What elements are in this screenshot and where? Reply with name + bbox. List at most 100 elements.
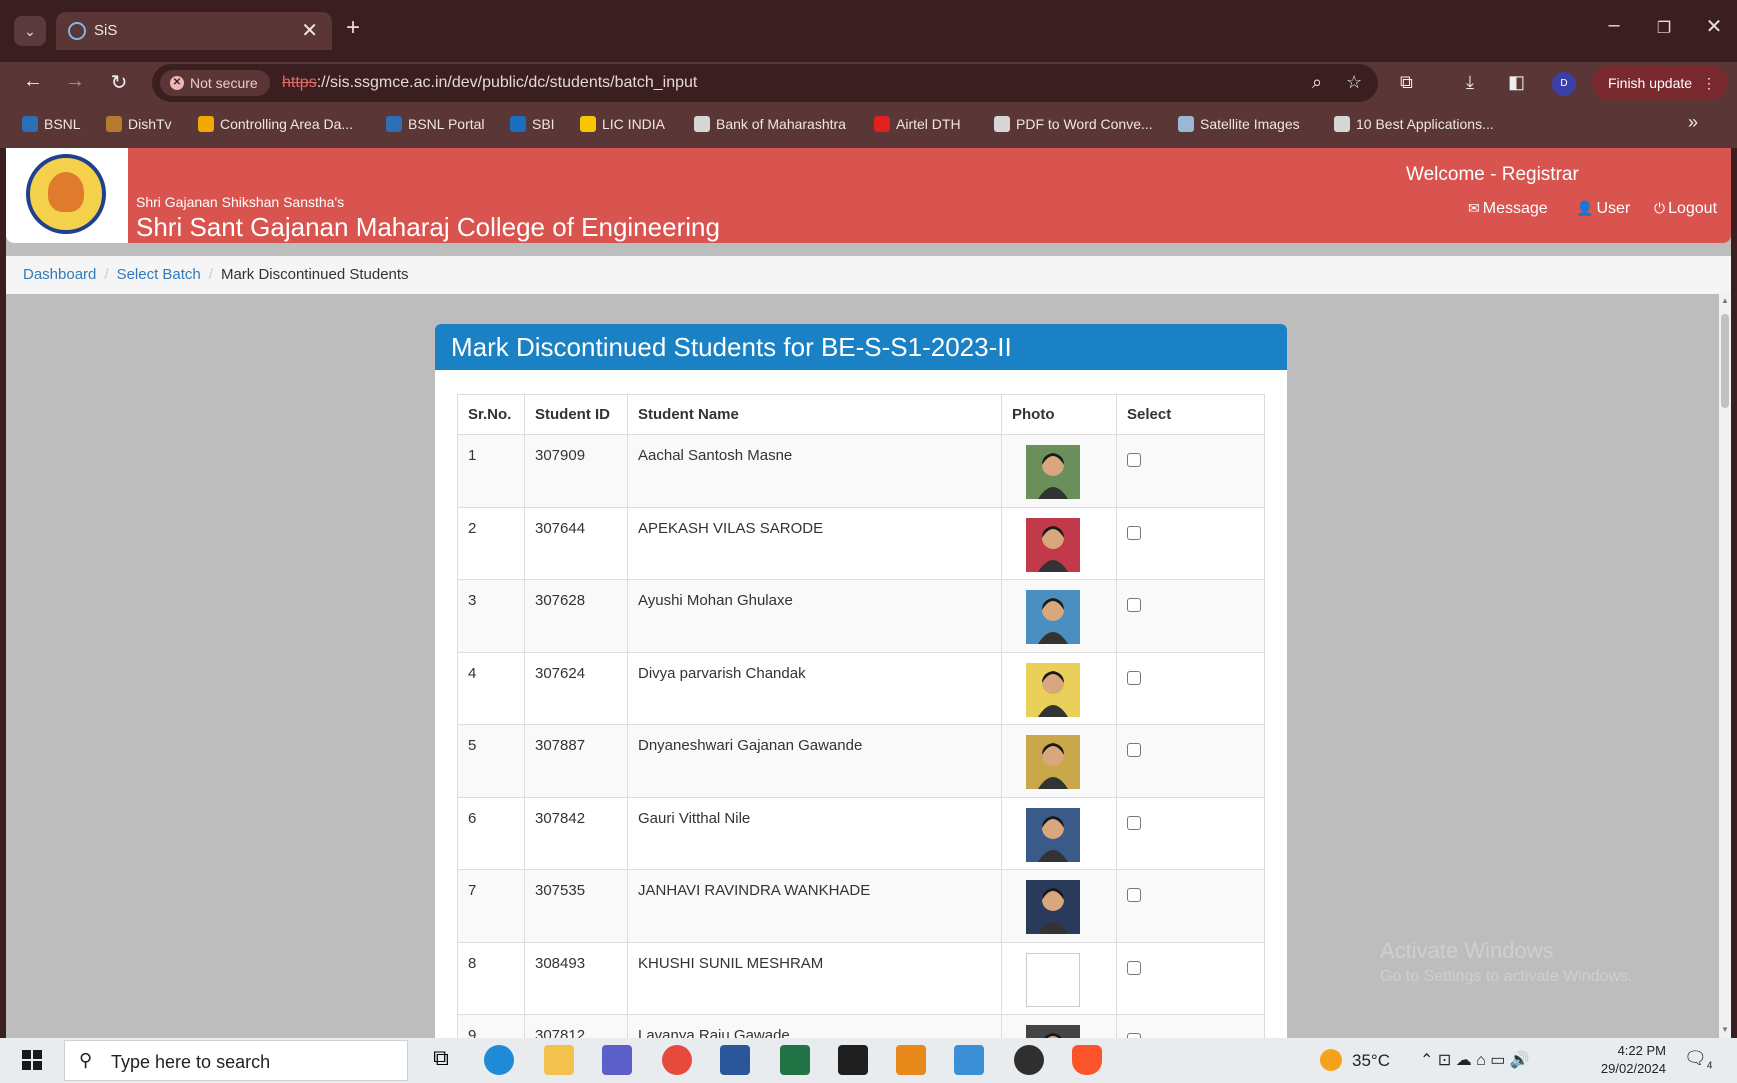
brave-icon[interactable] [1072, 1045, 1102, 1075]
taskbar-clock[interactable]: 4:22 PM 29/02/2024 [1594, 1042, 1666, 1078]
bookmark-item[interactable]: Controlling Area Da... [198, 116, 353, 132]
bookmarks-overflow-icon[interactable]: » [1688, 112, 1698, 133]
temperature: 35°C [1352, 1051, 1390, 1070]
task-view-icon[interactable]: ⧉ [426, 1045, 456, 1075]
system-tray[interactable]: ⌃ ⊡ ☁ ⌂ ▭ 🔊 [1420, 1050, 1530, 1070]
cell-student-id: 307842 [524, 796, 628, 870]
table-row: 5 307887 Dnyaneshwari Gajanan Gawande [457, 724, 1265, 798]
bookmark-label: LIC INDIA [602, 116, 666, 132]
bookmark-item[interactable]: SBI [510, 116, 555, 132]
bookmark-label: PDF to Word Conve... [1016, 116, 1153, 132]
cell-srno: 6 [457, 796, 525, 870]
scroll-thumb[interactable] [1721, 314, 1729, 408]
window-close-icon[interactable]: ✕ [1694, 14, 1734, 39]
cell-select [1116, 796, 1265, 870]
file-explorer-icon[interactable] [544, 1045, 574, 1075]
bookmark-item[interactable]: BSNL [22, 116, 81, 132]
cell-student-name: Gauri Vitthal Nile [627, 796, 1002, 870]
col-select: Select [1116, 394, 1265, 435]
app-icon[interactable] [1014, 1045, 1044, 1075]
powershell-icon[interactable] [954, 1045, 984, 1075]
profile-avatar[interactable]: D [1552, 72, 1576, 96]
notification-badge: 4 [1706, 1060, 1713, 1072]
bookmark-label: Bank of Maharashtra [716, 116, 846, 132]
url-text[interactable]: https://sis.ssgmce.ac.in/dev/public/dc/s… [282, 74, 697, 92]
url-path: ://sis.ssgmce.ac.in/dev/public/dc/studen… [316, 74, 698, 91]
download-icon[interactable]: ⤓ [1466, 72, 1474, 93]
address-bar[interactable]: ✕ Not secure https://sis.ssgmce.ac.in/de… [152, 64, 1378, 102]
teams-icon[interactable] [602, 1045, 632, 1075]
select-checkbox[interactable] [1127, 743, 1141, 757]
envelope-icon: ✉ [1468, 200, 1480, 216]
reload-icon[interactable]: ↻ [104, 70, 134, 95]
chrome-icon[interactable] [662, 1045, 692, 1075]
chrome-menu-icon[interactable]: ⋮ [1702, 66, 1716, 100]
panel-title: Mark Discontinued Students for BE-S-S1-2… [435, 324, 1287, 370]
tab-close-icon[interactable]: ✕ [301, 18, 318, 43]
select-checkbox[interactable] [1127, 670, 1141, 685]
select-checkbox[interactable] [1127, 888, 1141, 902]
cell-srno: 8 [457, 941, 525, 1015]
select-checkbox[interactable] [1127, 525, 1141, 540]
tab-search-button[interactable]: ⌄ [14, 16, 46, 46]
terminal-icon[interactable] [838, 1045, 868, 1075]
bookmark-item[interactable]: BSNL Portal [386, 116, 485, 132]
bookmark-favicon-icon [694, 116, 710, 132]
cell-student-id: 307624 [524, 651, 628, 725]
weather-widget[interactable]: 35°C [1320, 1049, 1390, 1071]
bookmark-item[interactable]: DishTv [106, 116, 172, 132]
bookmark-label: Satellite Images [1200, 116, 1300, 132]
taskbar-search-input[interactable]: ⚲ Type here to search [64, 1040, 408, 1081]
bookmark-favicon-icon [874, 116, 890, 132]
bookmark-item[interactable]: PDF to Word Conve... [994, 116, 1153, 132]
excel-icon[interactable] [780, 1045, 810, 1075]
site-header: Shri Gajanan Shikshan Sanstha's Shri San… [6, 148, 1731, 243]
table-row: 7 307535 JANHAVI RAVINDRA WANKHADE [457, 869, 1265, 943]
scroll-up-icon[interactable]: ▲ [1721, 296, 1729, 305]
edge-icon[interactable] [484, 1045, 514, 1075]
finish-update-button[interactable]: Finish update ⋮ [1592, 66, 1728, 100]
bookmark-favicon-icon [510, 116, 526, 132]
message-link[interactable]: ✉ Message [1468, 200, 1548, 218]
breadcrumb-select-batch[interactable]: Select Batch [117, 266, 201, 283]
bookmark-star-icon[interactable]: ☆ [1346, 72, 1362, 93]
bookmark-item[interactable]: Satellite Images [1178, 116, 1300, 132]
select-checkbox[interactable] [1127, 598, 1141, 612]
bookmark-favicon-icon [994, 116, 1010, 132]
word-icon[interactable] [720, 1045, 750, 1075]
back-arrow-icon[interactable]: ← [18, 70, 48, 93]
user-icon: 👤 [1576, 200, 1594, 216]
taskbar-search-placeholder: Type here to search [111, 1052, 271, 1072]
select-checkbox[interactable] [1127, 960, 1141, 975]
bookmark-item[interactable]: Bank of Maharashtra [694, 116, 846, 132]
scroll-down-icon[interactable]: ▼ [1721, 1025, 1729, 1034]
page-scrollbar[interactable]: ▲ ▼ [1719, 292, 1731, 1038]
bookmark-item[interactable]: 10 Best Applications... [1334, 116, 1494, 132]
cell-photo [1001, 941, 1117, 1015]
zoom-search-icon[interactable]: ⌕ [1312, 72, 1322, 93]
windows-start-icon[interactable] [22, 1050, 42, 1070]
notification-center-icon[interactable]: 🗨4 [1684, 1048, 1712, 1072]
bookmark-item[interactable]: LIC INDIA [580, 116, 665, 132]
sun-icon [1320, 1049, 1342, 1071]
minimize-icon[interactable]: – [1594, 14, 1634, 37]
restore-icon[interactable]: ❐ [1644, 18, 1684, 38]
side-panel-icon[interactable]: ◧ [1508, 72, 1525, 93]
not-secure-chip[interactable]: ✕ Not secure [160, 70, 270, 96]
sublime-text-icon[interactable] [896, 1045, 926, 1075]
user-link[interactable]: 👤 User [1576, 200, 1630, 218]
logo-emblem-icon [26, 154, 106, 234]
new-tab-button[interactable]: + [346, 14, 360, 42]
browser-tab[interactable]: SiS ✕ [56, 12, 332, 50]
logout-link[interactable]: ⏻ Logout [1654, 200, 1717, 218]
extensions-icon[interactable]: ⧉ [1400, 72, 1413, 93]
select-checkbox[interactable] [1127, 815, 1141, 830]
breadcrumb-dashboard[interactable]: Dashboard [23, 266, 96, 283]
bookmark-label: Airtel DTH [896, 116, 961, 132]
students-table: Sr.No. Student ID Student Name Photo Sel… [457, 394, 1265, 1038]
cell-student-name: Ayushi Mohan Ghulaxe [627, 579, 1002, 653]
bookmark-item[interactable]: Airtel DTH [874, 116, 961, 132]
student-photo [1026, 662, 1080, 717]
select-checkbox[interactable] [1127, 453, 1141, 467]
forward-arrow-icon[interactable]: → [60, 70, 90, 93]
